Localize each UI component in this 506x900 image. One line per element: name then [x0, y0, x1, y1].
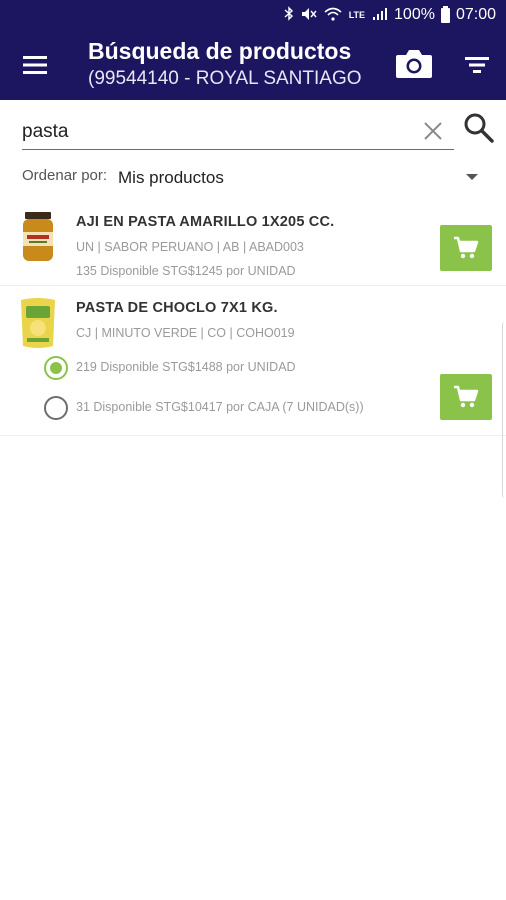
price-option-unidad[interactable]: 219 Disponible STG$1488 por UNIDAD [44, 356, 424, 380]
status-time: 07:00 [455, 6, 496, 23]
page-title: Búsqueda de productos [88, 38, 352, 64]
product-name: PASTA DE CHOCLO 7X1 KG. [76, 300, 278, 316]
wifi-icon [324, 7, 342, 24]
bluetooth-icon [284, 6, 294, 24]
battery-percent: 100% [394, 6, 435, 23]
filter-icon [465, 57, 489, 73]
mute-icon [301, 7, 317, 24]
scrollbar[interactable] [502, 322, 506, 498]
price-option-label: 31 Disponible STG$10417 por CAJA (7 UNID… [76, 400, 364, 414]
search-icon [464, 113, 494, 143]
search-input[interactable] [22, 118, 412, 146]
search-area: Ordenar por: Mis productos [0, 100, 506, 200]
list-item[interactable]: AJI EN PASTA AMARILLO 1X205 CC. UN | SAB… [0, 200, 506, 286]
product-list: AJI EN PASTA AMARILLO 1X205 CC. UN | SAB… [0, 200, 506, 436]
sort-row: Ordenar por: Mis productos [22, 162, 482, 192]
product-image [17, 296, 59, 350]
chevron-down-icon [466, 174, 478, 180]
radio-selected[interactable] [44, 356, 68, 380]
sort-label: Ordenar por: [22, 167, 108, 184]
signal-icon [372, 7, 388, 24]
product-meta: CJ | MINUTO VERDE | CO | COHO019 [76, 326, 295, 340]
cart-icon [454, 236, 479, 259]
status-icons: LTE [284, 6, 388, 24]
clear-search-button[interactable] [422, 120, 444, 142]
add-to-cart-button[interactable] [440, 225, 492, 271]
clear-icon [424, 122, 442, 140]
filter-button[interactable] [462, 52, 492, 78]
sort-select[interactable]: Mis productos [118, 164, 478, 192]
lte-label: LTE [348, 10, 366, 20]
product-image [17, 210, 59, 264]
search-button[interactable] [463, 112, 495, 144]
camera-button[interactable] [394, 46, 434, 82]
app-bar: Búsqueda de productos (99544140 - ROYAL … [0, 30, 506, 100]
search-field [22, 114, 454, 150]
status-bar: LTE 100% 07:00 [0, 0, 506, 30]
customer-subtitle: (99544140 - ROYAL SANTIAGO [88, 68, 362, 89]
menu-button[interactable] [18, 50, 52, 80]
product-meta: UN | SABOR PERUANO | AB | ABAD003 [76, 240, 304, 254]
price-option-caja[interactable]: 31 Disponible STG$10417 por CAJA (7 UNID… [44, 396, 424, 420]
camera-icon [396, 50, 432, 78]
title-block: Búsqueda de productos (99544140 - ROYAL … [88, 38, 378, 90]
list-item[interactable]: PASTA DE CHOCLO 7X1 KG. CJ | MINUTO VERD… [0, 286, 506, 436]
price-option-label: 219 Disponible STG$1488 por UNIDAD [76, 360, 296, 374]
product-name: AJI EN PASTA AMARILLO 1X205 CC. [76, 214, 335, 230]
radio-unselected[interactable] [44, 396, 68, 420]
product-stock: 135 Disponible STG$1245 por UNIDAD [76, 264, 296, 278]
sort-value: Mis productos [118, 168, 224, 187]
add-to-cart-button[interactable] [440, 374, 492, 420]
menu-icon [23, 56, 47, 74]
battery-icon [440, 5, 450, 23]
cart-icon [454, 385, 479, 408]
